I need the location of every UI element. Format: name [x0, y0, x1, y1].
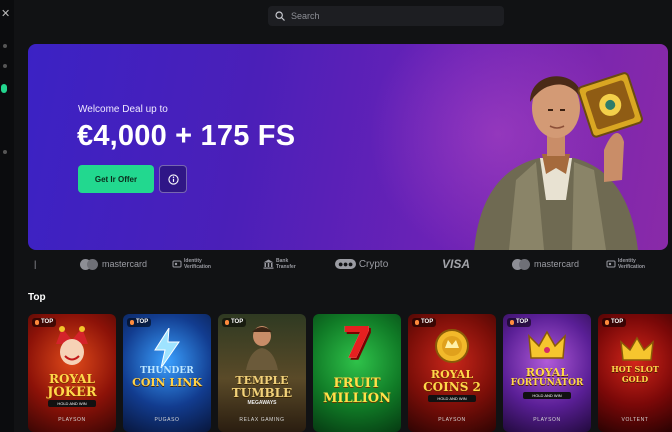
payment-divider: | [34, 259, 37, 269]
mastercard-icon [512, 258, 530, 270]
lightning-icon [154, 328, 180, 368]
id-check-icon [606, 260, 616, 268]
gold-coin-icon [435, 329, 469, 363]
crown-icon [620, 336, 654, 361]
explorer-icon [246, 326, 278, 370]
fire-icon [130, 320, 134, 325]
fire-icon [225, 320, 229, 325]
get-offer-button[interactable]: Get Ir Offer [78, 165, 154, 193]
top-badge: TOP [602, 318, 627, 327]
game-card[interactable]: 7 FRUIT MILLION [313, 314, 401, 432]
nav-dot-icon[interactable] [3, 64, 7, 68]
payment-identity: Identity Verification [172, 254, 230, 274]
payment-mastercard-2: mastercard [512, 254, 579, 274]
payment-identity-2: Identity Verification [606, 254, 664, 274]
id-check-icon [172, 260, 182, 268]
nav-dot-icon[interactable] [3, 150, 7, 154]
info-icon [167, 173, 179, 185]
section-title-top: Top [28, 292, 46, 303]
crown-icon [528, 330, 566, 359]
crypto-coins-icon: ●●● [335, 259, 356, 269]
active-indicator[interactable] [1, 84, 7, 93]
fire-icon [510, 320, 514, 325]
top-badge: TOP [127, 318, 152, 327]
payment-bank-transfer: Bank Transfer [263, 254, 306, 274]
bank-icon [263, 259, 274, 269]
info-button[interactable] [159, 165, 187, 193]
side-rail: ✕ [0, 0, 14, 432]
game-card[interactable]: TOP ROYAL JOKER HOLD AND WIN PLAYSON [28, 314, 116, 432]
fire-icon [35, 320, 39, 325]
search-input[interactable] [291, 11, 491, 21]
payment-mastercard: mastercard [80, 254, 147, 274]
fire-icon [415, 320, 419, 325]
game-card[interactable]: TOP ROYAL FORTUNATOR HOLD AND WIN PLAYSO… [503, 314, 591, 432]
banner-title: €4,000 + 175 FS [77, 120, 296, 152]
top-badge: TOP [412, 318, 437, 327]
top-games-row: TOP ROYAL JOKER HOLD AND WIN PLAYSON TOP… [28, 314, 672, 432]
joker-icon [56, 326, 88, 365]
game-card[interactable]: TOP HOT SLOT GOLD VOLTENT [598, 314, 672, 432]
game-card[interactable]: TOP TEMPLE TUMBLE MEGAWAYS RELAX GAMING [218, 314, 306, 432]
close-icon[interactable]: ✕ [1, 7, 10, 20]
game-card[interactable]: TOP THUNDER COIN LINK PUGASO [123, 314, 211, 432]
search-icon [275, 11, 285, 21]
payment-visa: VISA [442, 257, 471, 271]
fire-icon [605, 320, 609, 325]
adventurer-illustration [474, 72, 643, 250]
game-card[interactable]: TOP ROYAL COINS 2 HOLD AND WIN PLAYSON [408, 314, 496, 432]
nav-dot-icon[interactable] [3, 44, 7, 48]
search-bar[interactable] [268, 6, 504, 26]
seven-icon: 7 [341, 318, 373, 369]
welcome-banner[interactable]: Welcome Deal up to €4,000 + 175 FS Get I… [28, 44, 668, 250]
top-badge: TOP [507, 318, 532, 327]
mastercard-icon [80, 258, 98, 270]
payment-methods: | mastercard Identity Verification Bank … [28, 254, 672, 274]
payment-crypto: ●●● Crypto [335, 254, 388, 274]
banner-subtitle: Welcome Deal up to [78, 104, 168, 115]
